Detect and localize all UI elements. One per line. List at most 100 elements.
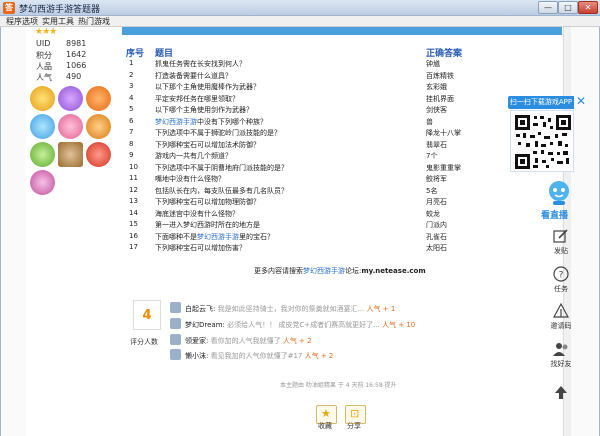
qr-title: 扫一扫下载游戏APP (508, 96, 574, 109)
qa-row-answer: 兽 (426, 117, 433, 126)
share-icon: ⊡ (350, 407, 360, 420)
find-friends-icon[interactable] (552, 341, 570, 357)
qr-close-icon[interactable]: ✕ (576, 95, 586, 107)
top-banner-strip (122, 27, 562, 35)
qa-row-answer: 挂机界面 (426, 94, 454, 103)
badge-icon[interactable] (30, 86, 55, 111)
comment-author[interactable]: 梦幻Dream: (185, 321, 225, 329)
qa-row-number: 5 (129, 105, 134, 113)
svg-text:?: ? (559, 271, 564, 281)
favorite-label: 收藏 (318, 422, 332, 430)
rating-score: 4 (142, 308, 152, 323)
app-icon: 答 (3, 2, 15, 14)
badge-icon[interactable] (58, 142, 83, 167)
avatar[interactable] (170, 302, 181, 313)
qa-row-question-post: 里的宝石？ (239, 232, 274, 241)
maximize-button[interactable]: □ (558, 1, 578, 14)
qa-row-number: 8 (129, 139, 134, 148)
qa-row-number: 12 (129, 185, 138, 194)
qa-row-question: 下面哪种不是梦幻西游手游里的宝石？ (155, 232, 274, 242)
qa-row-number: 14 (129, 208, 138, 217)
qa-row-question-link[interactable]: 梦幻西游手游 (197, 233, 239, 241)
side-post-label[interactable]: 发贴 (541, 246, 581, 256)
edit-post-icon[interactable] (552, 228, 570, 244)
rank-stars: ★★★ (35, 27, 57, 37)
comment-popularity: 人气 + 10 (382, 321, 416, 329)
rating-score-box: 4 (133, 300, 161, 330)
comment-author[interactable]: 领爱家: (185, 337, 208, 345)
side-invite-label[interactable]: 邀请码 (541, 321, 581, 331)
badge-icon[interactable] (58, 114, 83, 139)
qa-row-question: 下列哪种宝石可以增加法术防御？ (155, 140, 260, 149)
qa-row-number: 6 (129, 116, 134, 125)
qa-row-question: 游戏内一共有几个频道？ (155, 152, 232, 160)
avatar[interactable] (170, 334, 181, 345)
qr-code (510, 110, 574, 172)
badge-icon[interactable] (86, 86, 111, 111)
comment-popularity: 人气 + 1 (366, 305, 396, 313)
qa-row-question-link[interactable]: 梦幻西游手游 (155, 118, 197, 126)
qa-row-number: 17 (129, 243, 138, 251)
avatar[interactable] (170, 349, 181, 360)
menu-utilities[interactable]: 实用工具 (42, 16, 74, 27)
comment-text: 必须给人气！！ 成皮党C+成者们赛高就更好了... (227, 321, 380, 329)
qa-row-answer: 剑侠客 (426, 106, 447, 114)
help-icon[interactable]: ? (552, 266, 570, 282)
stat-label-uid: UID (36, 39, 51, 48)
qa-row-number: 16 (129, 231, 138, 240)
qa-row-question: 梦幻西游手游中没有下列哪个种族？ (155, 117, 267, 127)
invite-code-icon[interactable] (552, 303, 570, 319)
comment-author[interactable]: 懒小沫: (185, 352, 208, 360)
close-button[interactable]: ✕ (578, 1, 598, 14)
more-url[interactable]: my.netease.com (361, 267, 425, 275)
qa-row-answer: 钟馗 (426, 60, 440, 68)
comment-author[interactable]: 白起云飞: (185, 305, 215, 313)
qa-row-number: 10 (129, 162, 138, 171)
badge-icon[interactable] (58, 86, 83, 111)
minimize-button[interactable]: — (538, 1, 558, 14)
stat-value-popularity: 490 (66, 72, 82, 81)
menu-program-options[interactable]: 程序选项 (6, 16, 38, 27)
share-label: 分享 (347, 422, 361, 430)
badge-icon[interactable] (86, 114, 111, 139)
qa-row-number: 9 (129, 151, 134, 159)
menu-hot-games[interactable]: 热门游戏 (78, 16, 110, 27)
comment-popularity: 人气 + 2 (304, 352, 334, 360)
qa-row-question-post: 中没有下列哪个种族？ (197, 117, 267, 126)
comment-text: 看见我加的人气你就懂了#17 (210, 352, 303, 360)
qr-code-image (514, 114, 572, 170)
qa-row-question: 第一进入梦幻西游时所在的地方是 (155, 221, 260, 229)
comment-item: 白起云飞: 我是如此坚持骑士，我对你的祭奠就如酒宴汇... 人气 + 1 (185, 304, 395, 314)
avatar[interactable] (170, 318, 181, 329)
qa-row-question-pre: 下面哪种不是 (155, 232, 197, 241)
side-task-label[interactable]: 任务 (541, 284, 581, 294)
stat-value-points: 1642 (66, 50, 87, 59)
qa-row-question: 平定安邦任务在哪里领取？ (155, 94, 239, 103)
stat-value-uid: 8981 (66, 39, 87, 48)
qa-row-question: 海底迷宫中没有什么怪物？ (155, 209, 239, 218)
qa-row-number: 13 (129, 197, 138, 205)
badge-icon[interactable] (30, 170, 55, 195)
more-forum-link[interactable]: 梦幻西游手游 (303, 267, 345, 275)
more-info-line: 更多内容请搜索梦幻西游手游论坛:my.netease.com (254, 266, 426, 276)
qa-row-number: 2 (129, 70, 134, 79)
qa-row-question: 抓鬼任务需在长安找到何人？ (155, 60, 246, 68)
badge-icon[interactable] (30, 142, 55, 167)
live-mascot-icon[interactable] (547, 180, 571, 206)
qa-row-question: 嘴地中没有什么怪物？ (155, 175, 225, 183)
badge-icon[interactable] (86, 142, 111, 167)
qa-row-answer: 百炼精铁 (426, 71, 454, 80)
badge-icon[interactable] (30, 114, 55, 139)
qa-row-number: 15 (129, 220, 138, 228)
rating-count-label: 评分人数 (130, 338, 158, 346)
qa-row-answer: 孔雀石 (426, 232, 447, 241)
back-to-top-icon[interactable] (552, 384, 570, 400)
more-mid: 论坛: (345, 267, 362, 275)
stat-label-popularity: 人气 (36, 73, 52, 82)
qa-row-answer: 翡翠石 (426, 140, 447, 149)
title-bar: 答 梦幻西游手游答题器 — □ ✕ (0, 0, 600, 16)
side-friends-label[interactable]: 找好友 (541, 359, 581, 369)
qa-row-number: 7 (129, 128, 134, 136)
watch-live-button[interactable]: 看直播 (541, 208, 568, 221)
qa-row-answer: 门派内 (426, 221, 447, 229)
